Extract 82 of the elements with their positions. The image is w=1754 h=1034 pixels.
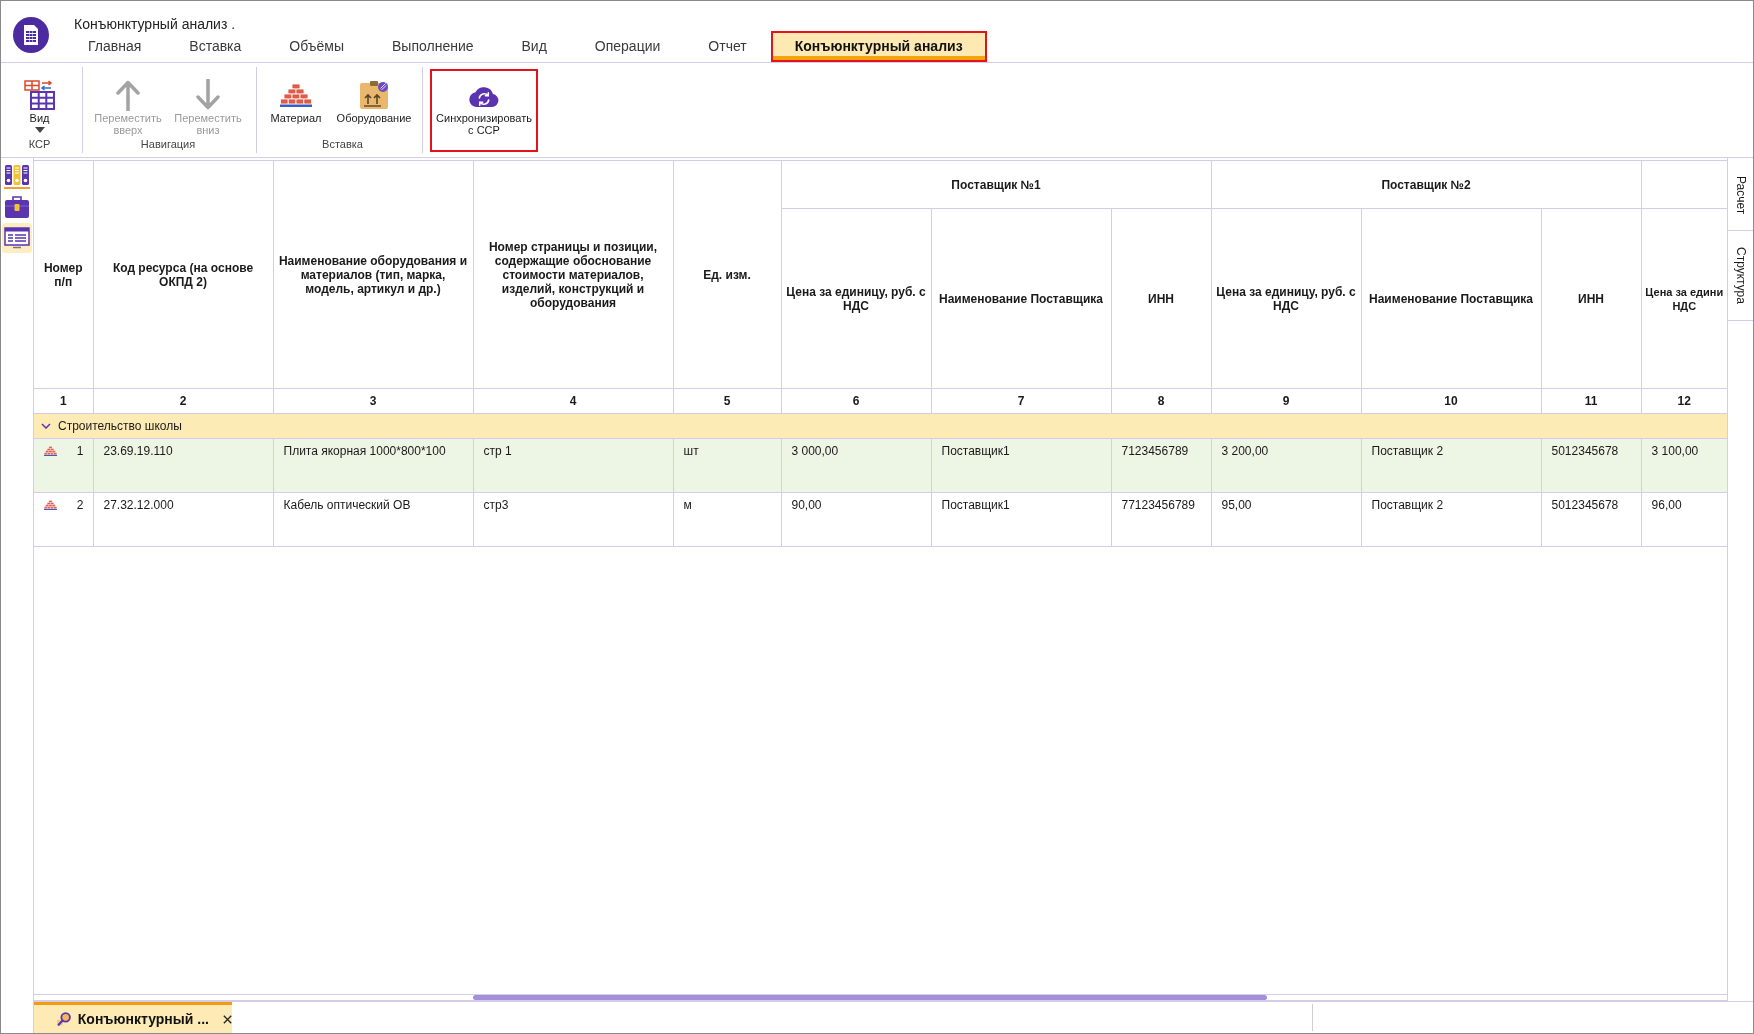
table-cell: Кабель оптический ОВ bbox=[273, 492, 473, 547]
column-group-header: Поставщик №1 bbox=[781, 160, 1211, 209]
column-number: 10 bbox=[1361, 388, 1541, 414]
binders-icon bbox=[4, 163, 30, 189]
arrow-down-icon bbox=[195, 79, 221, 111]
column-header: Наименование оборудования и материалов (тип, марка, модель, артикул и др.) bbox=[273, 160, 473, 389]
table-cell: шт bbox=[673, 438, 781, 493]
column-number: 9 bbox=[1211, 388, 1361, 414]
scrollbar-thumb[interactable] bbox=[473, 995, 1267, 1000]
bricks-icon bbox=[44, 500, 57, 510]
column-header: Цена за единицу, руб. с НДС bbox=[781, 208, 931, 389]
ribbon-button[interactable]: Вид bbox=[8, 69, 71, 135]
close-icon[interactable] bbox=[222, 1013, 232, 1025]
caret-icon bbox=[34, 127, 45, 133]
ribbon-tab[interactable]: Вставка bbox=[165, 31, 266, 62]
table-cell: 77123456789 bbox=[1111, 492, 1211, 547]
column-number: 11 bbox=[1541, 388, 1642, 414]
ribbon-tab[interactable]: Выполнение bbox=[368, 31, 498, 62]
column-header: ИНН bbox=[1111, 208, 1211, 389]
box-icon bbox=[359, 80, 389, 110]
table-cell: стр3 bbox=[473, 492, 673, 547]
table-cell: Поставщик1 bbox=[931, 438, 1111, 493]
column-number: 1 bbox=[34, 388, 93, 414]
column-number: 8 bbox=[1111, 388, 1211, 414]
column-header: Наименование Поставщика bbox=[1361, 208, 1541, 389]
column-number: 4 bbox=[473, 388, 673, 414]
grid-arrows-icon bbox=[23, 80, 56, 110]
bricks-icon bbox=[44, 446, 57, 456]
ribbon-tab[interactable]: Конъюнктурный анализ bbox=[770, 31, 987, 62]
ribbon-tab[interactable]: Объёмы bbox=[265, 31, 368, 62]
ribbon-tab[interactable]: Вид bbox=[497, 31, 571, 62]
table-row[interactable]: 2 27.32.12.000 Кабель оптический ОВ стр3 м 90,00 Поставщик1 77123456789 95,00 Поставщик 2 5012345678 96,00 bbox=[34, 492, 1727, 547]
column-number: 7 bbox=[931, 388, 1111, 414]
ribbon-tab[interactable]: Операции bbox=[570, 31, 685, 62]
column-header: Ед. изм. bbox=[673, 160, 781, 389]
toolbox-icon bbox=[4, 195, 30, 219]
window-title: Конъюнктурный анализ . bbox=[74, 16, 236, 32]
arrow-up-icon bbox=[115, 79, 141, 111]
group-label: Вставка bbox=[321, 138, 364, 150]
logo-icon bbox=[13, 17, 49, 53]
table-cell: 27.32.12.000 bbox=[93, 492, 273, 547]
column-number: 5 bbox=[673, 388, 781, 414]
group-label: КСР bbox=[27, 138, 52, 150]
row-number: 2 bbox=[76, 498, 84, 512]
column-number: 6 bbox=[781, 388, 931, 414]
table-cell: м bbox=[673, 492, 781, 547]
column-header: Цена за единицу, руб. с НДС bbox=[1211, 208, 1361, 389]
column-header: Номер страницы и позиции, содержащие обоснование стоимости материалов, изделий, конструкций и оборудования bbox=[473, 160, 673, 389]
column-number: 2 bbox=[93, 388, 273, 414]
group-row[interactable]: Строительство школы bbox=[34, 413, 1727, 439]
table-cell: 23.69.19.110 bbox=[93, 438, 273, 493]
document-tab[interactable]: Конъюнктурный ... bbox=[34, 1002, 232, 1033]
ribbon-button[interactable]: Материал bbox=[265, 69, 327, 126]
table-cell: Плита якорная 1000*800*100 bbox=[273, 438, 473, 493]
ribbon-button[interactable]: Синхронизировать с ССР bbox=[430, 69, 538, 152]
column-header: Наименование Поставщика bbox=[931, 208, 1111, 389]
table-cell: 5012345678 bbox=[1541, 438, 1642, 493]
table-cell: Поставщик1 bbox=[931, 492, 1111, 547]
ribbon-tab[interactable]: Отчет bbox=[684, 31, 771, 62]
ribbon-tab[interactable]: Главная bbox=[64, 31, 166, 62]
table-cell: стр 1 bbox=[473, 438, 673, 493]
group-label: Навигация bbox=[139, 138, 197, 150]
table-row[interactable]: 1 23.69.19.110 Плита якорная 1000*800*100 стр 1 шт 3 000,00 Поставщик1 7123456789 3 200,00 Поставщик 2 5012345678 3 100,00 bbox=[34, 438, 1727, 493]
table-cell: 5012345678 bbox=[1541, 492, 1642, 547]
column-number: 3 bbox=[273, 388, 473, 414]
row-number: 1 bbox=[76, 444, 84, 458]
ribbon-button[interactable]: Оборудование bbox=[328, 69, 420, 126]
bricks-icon bbox=[280, 83, 312, 107]
table-cell: 90,00 bbox=[781, 492, 931, 547]
table-cell: Поставщик 2 bbox=[1361, 438, 1541, 493]
magnifier-icon bbox=[57, 1010, 72, 1028]
table-cell: 3 000,00 bbox=[781, 438, 931, 493]
table-cell: 7123456789 bbox=[1111, 438, 1211, 493]
column-header: Код ресурса (на основе ОКПД 2) bbox=[93, 160, 273, 389]
column-group-header: Поставщик №2 bbox=[1211, 160, 1642, 209]
side-panel-button[interactable] bbox=[2, 223, 32, 253]
column-header: ИНН bbox=[1541, 208, 1642, 389]
form-window-icon bbox=[4, 227, 30, 249]
column-header: Номер п/п bbox=[34, 160, 93, 389]
table-cell: Поставщик 2 bbox=[1361, 492, 1541, 547]
table-cell: 3 200,00 bbox=[1211, 438, 1361, 493]
table-cell: 95,00 bbox=[1211, 492, 1361, 547]
